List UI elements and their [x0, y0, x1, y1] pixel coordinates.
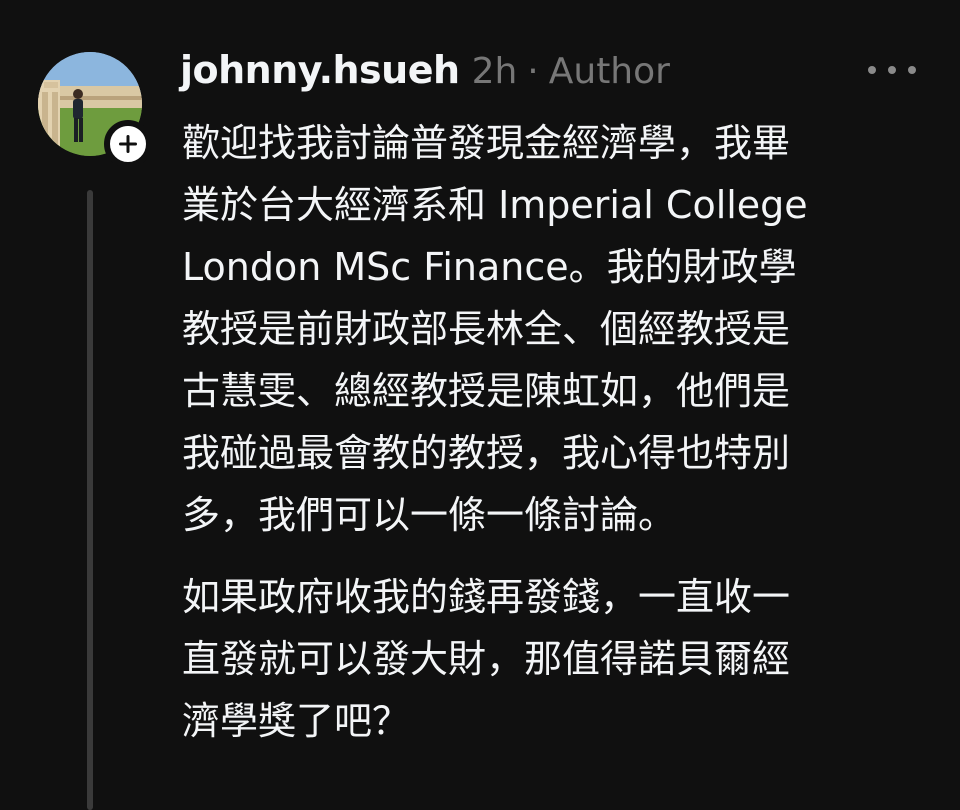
author-label: Author — [548, 51, 670, 92]
more-horizontal-icon — [888, 66, 896, 74]
post-line: 我碰過最會教的教授，我心得也特別 — [182, 431, 791, 475]
follow-button[interactable] — [104, 120, 152, 168]
thread-line — [87, 190, 93, 810]
username-link[interactable]: johnny.hsueh — [180, 48, 460, 92]
timestamp[interactable]: 2h — [472, 51, 518, 92]
post-line: 直發就可以發大財，那值得諾貝爾經 — [182, 637, 791, 681]
meta-separator: · — [527, 51, 539, 92]
post-text: 歡迎找我討論普發現金經濟學，我畢 業於台大經濟系和 Imperial Colle… — [182, 112, 907, 752]
plus-icon — [119, 135, 137, 153]
more-horizontal-icon — [908, 66, 916, 74]
post-line: 古慧雯、總經教授是陳虹如，他們是 — [182, 369, 791, 413]
post-line: 如果政府收我的錢再發錢，一直收一 — [182, 575, 791, 619]
post-line: 歡迎找我討論普發現金經濟學，我畢 — [182, 121, 791, 165]
post-paragraph: 歡迎找我討論普發現金經濟學，我畢 業於台大經濟系和 Imperial Colle… — [182, 112, 907, 546]
post-header: johnny.hsueh 2h · Author — [180, 48, 670, 96]
post-line: 濟學獎了吧？ — [182, 699, 411, 743]
post-line: London MSc Finance。我的財政學 — [182, 245, 797, 289]
post-line: 多，我們可以一條一條討論。 — [182, 493, 677, 537]
more-options-button[interactable] — [868, 56, 916, 84]
post-line: 教授是前財政部長林全、個經教授是 — [182, 307, 791, 351]
post-paragraph: 如果政府收我的錢再發錢，一直收一 直發就可以發大財，那值得諾貝爾經 濟學獎了吧？ — [182, 566, 907, 752]
post-line: 業於台大經濟系和 Imperial College — [182, 183, 808, 227]
more-horizontal-icon — [868, 66, 876, 74]
